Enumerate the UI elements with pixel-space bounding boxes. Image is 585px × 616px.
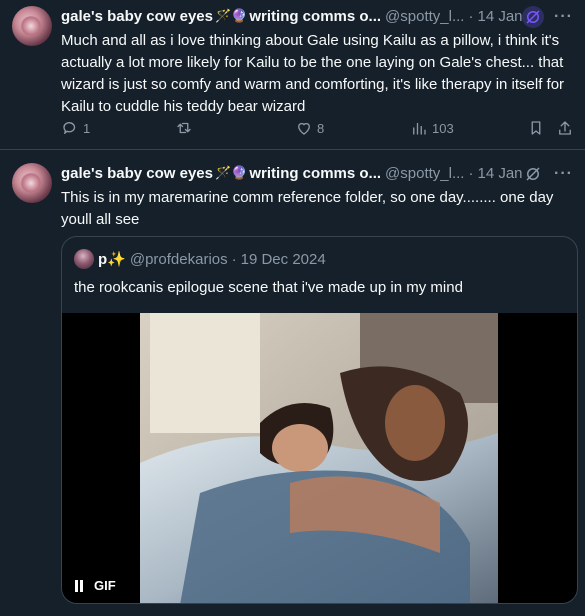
separator-dot: · (468, 7, 474, 25)
avatar[interactable] (12, 6, 52, 46)
views-icon (413, 122, 426, 135)
timestamp[interactable]: 14 Jan (477, 8, 522, 25)
tweet[interactable]: gale's baby cow eyes 🪄🔮 writing comms o.… (0, 0, 585, 150)
tweet-header: gale's baby cow eyes 🪄🔮 writing comms o.… (61, 6, 585, 28)
share-button[interactable] (556, 119, 574, 137)
bookmark-button[interactable] (527, 119, 545, 137)
handle[interactable]: @spotty_l... (385, 165, 464, 182)
separator-dot: · (231, 250, 237, 268)
share-icon (559, 121, 571, 135)
name-emojis: 🪄🔮 (214, 8, 248, 23)
retweet-button[interactable] (175, 119, 197, 137)
header-icons: ··· (522, 163, 573, 185)
gif-media[interactable]: GIF (62, 313, 577, 603)
avatar[interactable] (74, 249, 94, 269)
tweet-text: This is in my maremarine comm reference … (61, 189, 554, 228)
gif-controls: GIF (74, 578, 116, 593)
quoted-display-name[interactable]: p✨ (98, 250, 126, 268)
retweet-icon (177, 122, 191, 134)
pause-icon[interactable] (74, 579, 84, 592)
timestamp[interactable]: 14 Jan (477, 165, 522, 182)
action-bar: 1 8 103 (61, 117, 573, 139)
tweet[interactable]: gale's baby cow eyes 🪄🔮 writing comms o.… (0, 151, 585, 616)
display-name-suffix[interactable]: writing comms o... (249, 8, 381, 25)
like-count: 8 (317, 120, 325, 136)
quoted-tweet-header: p✨ @profdekarios · 19 Dec 2024 (74, 249, 326, 269)
tweet-text: Much and all as i love thinking about Ga… (61, 32, 565, 115)
more-icon[interactable]: ··· (554, 9, 573, 25)
grok-icon[interactable] (522, 163, 544, 185)
more-icon[interactable]: ··· (554, 166, 573, 182)
display-name[interactable]: gale's baby cow eyes (61, 8, 213, 25)
reply-button[interactable]: 1 (61, 119, 90, 137)
avatar[interactable] (12, 163, 52, 203)
header-icons: ··· (522, 6, 573, 28)
bookmark-icon (531, 121, 541, 135)
quoted-tweet-text: the rookcanis epilogue scene that i've m… (74, 279, 463, 296)
handle[interactable]: @spotty_l... (385, 8, 464, 25)
display-name[interactable]: gale's baby cow eyes (61, 165, 213, 182)
gif-label: GIF (94, 578, 116, 593)
quoted-handle[interactable]: @profdekarios (130, 251, 228, 268)
views-button[interactable]: 103 (410, 119, 454, 137)
quoted-timestamp[interactable]: 19 Dec 2024 (241, 251, 326, 268)
quoted-tweet[interactable]: p✨ @profdekarios · 19 Dec 2024 the rookc… (61, 236, 578, 604)
gif-frame (140, 313, 498, 603)
reply-count: 1 (83, 120, 91, 136)
separator-dot: · (468, 164, 474, 182)
tweet-header: gale's baby cow eyes 🪄🔮 writing comms o.… (61, 163, 585, 183)
reply-icon (63, 122, 76, 134)
grok-icon[interactable] (522, 6, 545, 28)
gif-image (140, 313, 498, 603)
views-count: 103 (432, 120, 454, 136)
like-button[interactable]: 8 (295, 119, 324, 137)
name-emojis: 🪄🔮 (214, 165, 248, 180)
display-name-suffix[interactable]: writing comms o... (249, 165, 381, 182)
heart-icon (298, 122, 310, 135)
